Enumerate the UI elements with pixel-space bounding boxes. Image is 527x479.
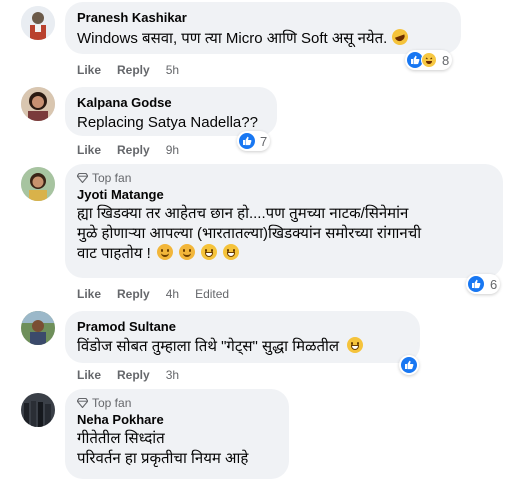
reaction-summary[interactable]: 6 xyxy=(466,274,501,294)
like-link[interactable]: Like xyxy=(77,287,101,301)
comment-bubble: Top fan Jyoti Matange ह्या खिडक्या तर आह… xyxy=(65,164,503,278)
comment-text: Replacing Satya Nadella?? xyxy=(77,114,258,131)
commenter-name[interactable]: Jyoti Matange xyxy=(77,187,491,203)
reaction-summary[interactable]: 7 xyxy=(237,131,271,151)
comment-text-body: Windows बसवा, पण त्या Micro आणि Soft असू… xyxy=(77,30,388,47)
comment-text: वाट पाहतोय ! xyxy=(77,244,491,264)
comment-actions: Like Reply 3h xyxy=(77,368,195,382)
reaction-count: 7 xyxy=(260,133,268,149)
comment-text-line: मुळे होणाऱ्या आपल्या (भारतातल्या)खिडक्या… xyxy=(77,225,422,242)
smiling-emoji-icon xyxy=(179,244,196,260)
comment-bubble: Top fan Neha Pokhare गीतेतील सिध्दांत पर… xyxy=(65,389,289,479)
grinning-emoji-icon xyxy=(201,244,218,260)
comment-bubble: Pranesh Kashikar Windows बसवा, पण त्या M… xyxy=(65,2,461,54)
timestamp[interactable]: 9h xyxy=(166,143,179,157)
avatar[interactable] xyxy=(21,87,55,121)
laughing-emoji-icon xyxy=(389,26,410,48)
comment-text: Windows बसवा, पण त्या Micro आणि Soft असू… xyxy=(77,26,449,49)
edited-label: Edited xyxy=(195,287,230,301)
timestamp[interactable]: 4h xyxy=(166,287,179,301)
reply-link[interactable]: Reply xyxy=(117,368,150,382)
top-fan-label: Top fan xyxy=(92,171,132,185)
comment-text-line: वाट पाहतोय ! xyxy=(77,245,151,262)
reply-link[interactable]: Reply xyxy=(117,287,150,301)
comment-bubble: Kalpana Godse Replacing Satya Nadella?? xyxy=(65,87,277,136)
comment-text-line: ह्या खिडक्या तर आहेतच छान हो....पण तुमच्… xyxy=(77,205,409,222)
reaction-summary[interactable] xyxy=(399,355,419,375)
like-reaction-icon xyxy=(468,276,484,292)
top-fan-badge: Top fan xyxy=(77,171,491,185)
comment-bubble: Pramod Sultane विंडोज सोबत तुम्हाला तिथे… xyxy=(65,311,420,363)
like-link[interactable]: Like xyxy=(77,63,101,77)
like-reaction-icon xyxy=(401,357,417,373)
grinning-emoji-icon xyxy=(347,337,364,353)
smiling-emoji-icon xyxy=(156,244,173,260)
diamond-icon xyxy=(77,398,88,408)
comment-actions: Like Reply 9h xyxy=(77,143,195,157)
comment-text: विंडोज सोबत तुम्हाला तिथे "गेट्स" सुद्धा… xyxy=(77,337,408,357)
avatar[interactable] xyxy=(21,6,55,40)
timestamp[interactable]: 5h xyxy=(166,63,179,77)
reaction-count: 8 xyxy=(442,52,450,68)
avatar[interactable] xyxy=(21,311,55,345)
reaction-summary[interactable]: 8 xyxy=(405,50,453,70)
comment-text-body: विंडोज सोबत तुम्हाला तिथे "गेट्स" सुद्धा… xyxy=(77,338,340,355)
top-fan-badge: Top fan xyxy=(77,396,277,410)
commenter-name[interactable]: Kalpana Godse xyxy=(77,95,265,111)
commenter-name[interactable]: Pramod Sultane xyxy=(77,319,408,335)
grinning-emoji-icon xyxy=(223,244,240,260)
haha-reaction-icon xyxy=(421,52,437,68)
like-link[interactable]: Like xyxy=(77,368,101,382)
diamond-icon xyxy=(77,173,88,183)
like-reaction-icon xyxy=(239,133,255,149)
comment-text-line: गीतेतील सिध्दांत xyxy=(77,430,165,447)
comment-actions: Like Reply 4h Edited xyxy=(77,287,245,301)
reaction-count: 6 xyxy=(490,276,498,292)
avatar[interactable] xyxy=(21,167,55,201)
commenter-name[interactable]: Neha Pokhare xyxy=(77,412,277,428)
avatar[interactable] xyxy=(21,393,55,427)
like-link[interactable]: Like xyxy=(77,143,101,157)
commenter-name[interactable]: Pranesh Kashikar xyxy=(77,10,449,26)
reply-link[interactable]: Reply xyxy=(117,143,150,157)
comment-actions: Like Reply 5h xyxy=(77,63,195,77)
reply-link[interactable]: Reply xyxy=(117,63,150,77)
comment-text-line: परिवर्तन हा प्रकृतीचा नियम आहे xyxy=(77,450,249,467)
top-fan-label: Top fan xyxy=(92,396,132,410)
timestamp[interactable]: 3h xyxy=(166,368,179,382)
